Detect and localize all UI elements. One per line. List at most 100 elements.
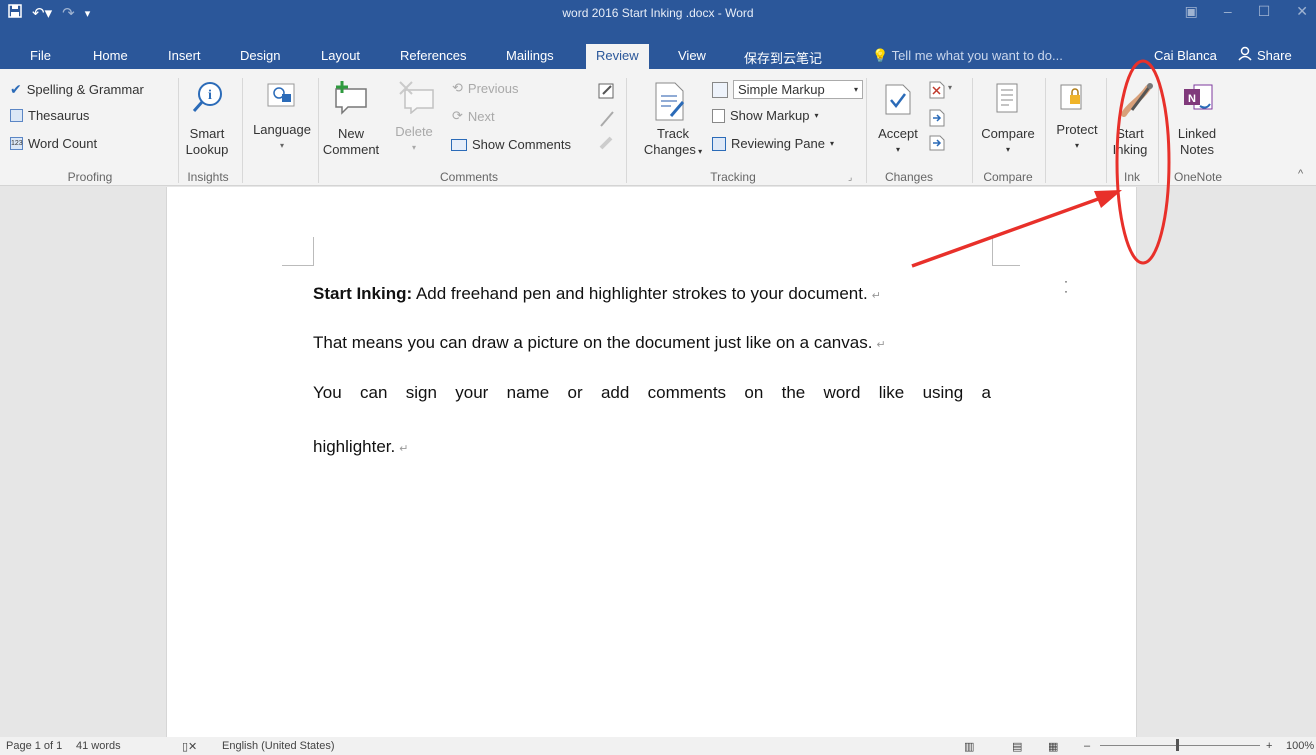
thesaurus-button[interactable]: Thesaurus bbox=[10, 108, 89, 123]
tab-view[interactable]: View bbox=[678, 48, 706, 63]
tab-home[interactable]: Home bbox=[93, 48, 128, 63]
reject-icon[interactable]: ▾ bbox=[928, 80, 954, 157]
page-count[interactable]: Page 1 of 1 bbox=[6, 740, 62, 752]
compare-label: Compare bbox=[981, 126, 1035, 141]
show-comments-label: Show Comments bbox=[472, 137, 571, 152]
next-comment-button[interactable]: ⟳ Next bbox=[452, 108, 495, 124]
thesaurus-label: Thesaurus bbox=[28, 108, 90, 123]
language-icon bbox=[266, 82, 296, 113]
language-label: Language bbox=[253, 122, 311, 137]
changes-label: Changes bbox=[643, 142, 696, 157]
document-page[interactable] bbox=[166, 187, 1137, 737]
new-label: New bbox=[337, 126, 364, 141]
paragraph-2[interactable]: That means you can draw a picture on the… bbox=[313, 333, 886, 353]
smart-lookup-button[interactable]: Smart Lookup bbox=[180, 126, 234, 158]
zoom-in-icon[interactable]: + bbox=[1266, 740, 1272, 752]
zoom-slider-thumb[interactable] bbox=[1176, 739, 1179, 751]
spelling-grammar-button[interactable]: ✔ Spelling & Grammar bbox=[10, 81, 144, 98]
share-button[interactable]: Share bbox=[1238, 46, 1292, 64]
show-comments-button[interactable]: Show Comments bbox=[451, 137, 571, 152]
word-count-label: Word Count bbox=[28, 136, 98, 151]
tell-me-text: Tell me what you want to do... bbox=[891, 48, 1063, 63]
proofing-status-icon[interactable]: ▯✕ bbox=[182, 740, 197, 753]
paragraph-1-bold: Start Inking: bbox=[313, 284, 413, 303]
group-separator bbox=[626, 78, 627, 183]
word-count-button[interactable]: 123 Word Count bbox=[10, 136, 97, 151]
linked-notes-button[interactable]: Linked Notes bbox=[1168, 126, 1226, 158]
cursor-dots: · · bbox=[1064, 274, 1068, 298]
protect-label: Protect bbox=[1056, 122, 1098, 137]
read-mode-icon[interactable]: ▥ bbox=[964, 740, 974, 753]
tab-review[interactable]: Review bbox=[586, 44, 649, 69]
track-changes-icon bbox=[653, 80, 687, 127]
tell-me-search[interactable]: 💡 Tell me what you want to do... bbox=[872, 48, 1063, 64]
onenote-icon: N bbox=[1182, 82, 1216, 119]
compare-icon bbox=[993, 82, 1023, 121]
reviewing-pane-icon bbox=[712, 136, 726, 151]
new-comment-button[interactable]: New Comment bbox=[322, 126, 380, 158]
close-icon[interactable]: ✕ bbox=[1296, 3, 1308, 20]
group-label-changes: Changes bbox=[884, 170, 934, 184]
ribbon-display-icon[interactable]: ▣ bbox=[1185, 3, 1198, 20]
tracking-dialog-launcher-icon[interactable]: ⌟ bbox=[848, 172, 852, 183]
tab-mailings[interactable]: Mailings bbox=[506, 48, 554, 63]
ink-comment-icon[interactable] bbox=[597, 82, 617, 159]
paragraph-mark-icon: ↵ bbox=[876, 339, 886, 351]
track-label: Track bbox=[656, 126, 690, 141]
show-markup-icon bbox=[712, 108, 725, 123]
compare-button[interactable]: Compare ▾ bbox=[975, 126, 1041, 158]
protect-button[interactable]: Protect ▾ bbox=[1050, 122, 1104, 154]
dropdown-arrow-icon: ▾ bbox=[1005, 145, 1010, 154]
group-separator bbox=[242, 78, 243, 183]
paragraph-4-text: highlighter. bbox=[313, 437, 396, 456]
minimize-icon[interactable]: – bbox=[1224, 3, 1232, 20]
paragraph-mark-icon: ↵ bbox=[399, 443, 409, 455]
previous-label: Previous bbox=[467, 80, 519, 96]
next-label: Next bbox=[467, 108, 495, 124]
start-inking-button[interactable]: Start Inking bbox=[1108, 126, 1152, 158]
word-count-status[interactable]: 41 words bbox=[76, 740, 121, 752]
web-layout-icon[interactable]: ▦ bbox=[1048, 740, 1058, 753]
zoom-slider-track[interactable] bbox=[1100, 745, 1260, 746]
show-markup-button[interactable]: Show Markup ▾ bbox=[712, 108, 819, 123]
start-inking-icon bbox=[1120, 80, 1156, 123]
dropdown-arrow-icon: ▾ bbox=[829, 139, 834, 148]
collapse-ribbon-icon[interactable]: ^ bbox=[1298, 168, 1303, 180]
accept-button[interactable]: Accept ▾ bbox=[871, 126, 925, 158]
tab-insert[interactable]: Insert bbox=[168, 48, 201, 63]
dropdown-arrow-icon: ▾ bbox=[1074, 141, 1079, 150]
simple-markup-select[interactable]: Simple Markup ▾ bbox=[733, 80, 863, 99]
previous-comment-button[interactable]: ⟲ Previous bbox=[452, 80, 518, 96]
group-label-insights: Insights bbox=[187, 170, 229, 184]
tab-save-to-cloud-notes[interactable]: 保存到云笔记 bbox=[744, 48, 822, 67]
print-layout-icon[interactable]: ▤ bbox=[1012, 740, 1022, 753]
tab-references[interactable]: References bbox=[400, 48, 466, 63]
display-for-review-dropdown[interactable]: Simple Markup ▾ bbox=[712, 80, 863, 99]
language-button[interactable]: Language ▾ bbox=[244, 122, 320, 154]
paragraph-4[interactable]: highlighter. ↵ bbox=[313, 437, 408, 457]
paragraph-1-text: Add freehand pen and highlighter strokes… bbox=[412, 284, 868, 303]
group-label-comments: Comments bbox=[439, 170, 498, 184]
reviewing-pane-button[interactable]: Reviewing Pane ▾ bbox=[712, 136, 834, 151]
dropdown-arrow-icon: ▾ bbox=[279, 141, 284, 150]
tab-file[interactable]: File bbox=[30, 48, 51, 63]
dropdown-arrow-icon: ▾ bbox=[853, 85, 858, 94]
thesaurus-icon bbox=[10, 109, 23, 122]
track-changes-button[interactable]: Track Changes ▾ bbox=[643, 126, 703, 160]
delete-comment-button[interactable]: Delete ▾ bbox=[394, 124, 434, 156]
paragraph-1[interactable]: Start Inking: Add freehand pen and highl… bbox=[313, 284, 881, 304]
delete-comment-icon bbox=[397, 80, 437, 119]
user-name[interactable]: Cai Blanca bbox=[1154, 48, 1217, 63]
inking-label: Inking bbox=[1112, 142, 1148, 157]
tab-layout[interactable]: Layout bbox=[321, 48, 360, 63]
zoom-level[interactable]: 100% bbox=[1286, 740, 1314, 752]
language-status[interactable]: English (United States) bbox=[222, 740, 335, 752]
group-separator bbox=[1106, 78, 1107, 183]
status-bar: Page 1 of 1 41 words ▯✕ English (United … bbox=[0, 737, 1316, 755]
tab-design[interactable]: Design bbox=[240, 48, 280, 63]
maximize-icon[interactable]: ☐ bbox=[1258, 3, 1271, 20]
paragraph-3[interactable]: You can sign your name or add comments o… bbox=[313, 383, 991, 403]
zoom-out-icon[interactable]: – bbox=[1084, 740, 1090, 752]
paragraph-3-text: You can sign your name or add comments o… bbox=[313, 383, 991, 402]
share-label: Share bbox=[1257, 47, 1292, 63]
